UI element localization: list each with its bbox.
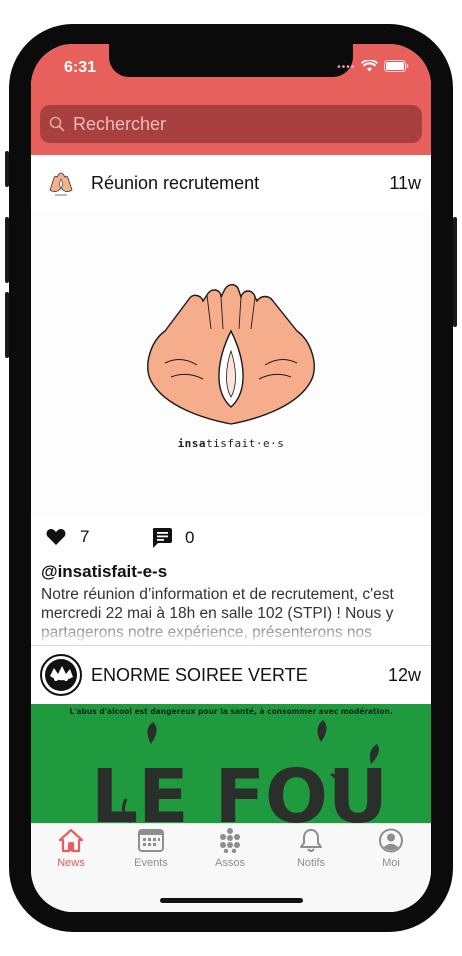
post-body[interactable]: Notre réunion d’information et de recrut… bbox=[31, 585, 431, 643]
app-header: 6:31 bbox=[31, 44, 431, 155]
post-actions: 7 0 bbox=[31, 515, 431, 561]
home-indicator[interactable] bbox=[160, 898, 303, 903]
wifi-icon bbox=[361, 60, 378, 72]
dots-icon bbox=[220, 828, 240, 853]
hands-logo-illustration bbox=[147, 283, 315, 425]
post-image[interactable]: insatisfait·e·s bbox=[31, 211, 431, 515]
user-icon bbox=[379, 828, 403, 853]
home-icon bbox=[58, 828, 84, 853]
tab-bar: News Events Assos Notifs Moi bbox=[31, 823, 431, 912]
tab-assos[interactable]: Assos bbox=[195, 828, 265, 869]
volume-down-button bbox=[5, 292, 9, 358]
like-count: 7 bbox=[80, 527, 90, 546]
text-fade bbox=[31, 617, 431, 643]
post-title[interactable]: Réunion recrutement bbox=[91, 173, 259, 194]
search-icon bbox=[49, 116, 65, 132]
tab-label: News bbox=[57, 857, 85, 869]
tab-news[interactable]: News bbox=[36, 828, 106, 869]
mute-switch bbox=[5, 151, 9, 187]
screen: 6:31 Rechercher Réunion recrutement 11w … bbox=[31, 44, 431, 912]
battery-icon bbox=[384, 60, 409, 72]
post-header: Réunion recrutement 11w bbox=[31, 155, 431, 211]
volume-up-button bbox=[5, 217, 9, 283]
bell-icon bbox=[300, 829, 322, 852]
search-bar[interactable] bbox=[40, 105, 422, 143]
tab-notifs[interactable]: Notifs bbox=[276, 828, 346, 869]
notch bbox=[109, 44, 353, 77]
comment-count: 0 bbox=[185, 528, 195, 547]
tab-events[interactable]: Events bbox=[116, 828, 186, 869]
post-image[interactable]: L'abus d'alcool est dangereux pour la sa… bbox=[31, 704, 431, 823]
calendar-icon bbox=[138, 829, 164, 852]
tab-label: Moi bbox=[382, 857, 400, 869]
tab-label: Events bbox=[134, 857, 168, 869]
post-author[interactable]: @insatisfait-e-s bbox=[31, 561, 431, 585]
like-button[interactable]: 7 bbox=[46, 527, 89, 547]
post-time: 11w bbox=[389, 172, 421, 193]
heart-icon bbox=[46, 529, 66, 545]
signal-icon bbox=[337, 64, 354, 68]
tab-label: Notifs bbox=[296, 857, 326, 869]
post-header: ENORME SOIREE VERTE 12w bbox=[31, 646, 431, 704]
post-card[interactable]: ENORME SOIREE VERTE 12w L'abus d'alcool … bbox=[31, 646, 431, 823]
power-button bbox=[453, 217, 457, 327]
status-icons bbox=[337, 60, 409, 72]
brand-wordmark: insatisfait·e·s bbox=[177, 436, 285, 450]
tab-label: Assos bbox=[215, 857, 245, 869]
search-input[interactable] bbox=[71, 112, 405, 136]
association-avatar[interactable] bbox=[46, 168, 76, 198]
association-avatar[interactable] bbox=[40, 654, 82, 696]
tab-moi[interactable]: Moi bbox=[356, 828, 426, 869]
comment-icon bbox=[153, 528, 172, 548]
post-title[interactable]: ENORME SOIREE VERTE bbox=[91, 665, 308, 686]
status-time: 6:31 bbox=[64, 59, 97, 76]
news-feed[interactable]: Réunion recrutement 11w insatisfait·e·s … bbox=[31, 155, 431, 823]
post-time: 12w bbox=[387, 664, 421, 685]
post-card[interactable]: Réunion recrutement 11w insatisfait·e·s … bbox=[31, 155, 431, 646]
comment-button[interactable]: 0 bbox=[151, 527, 194, 549]
poster-artwork: LE FOU bbox=[91, 720, 388, 823]
